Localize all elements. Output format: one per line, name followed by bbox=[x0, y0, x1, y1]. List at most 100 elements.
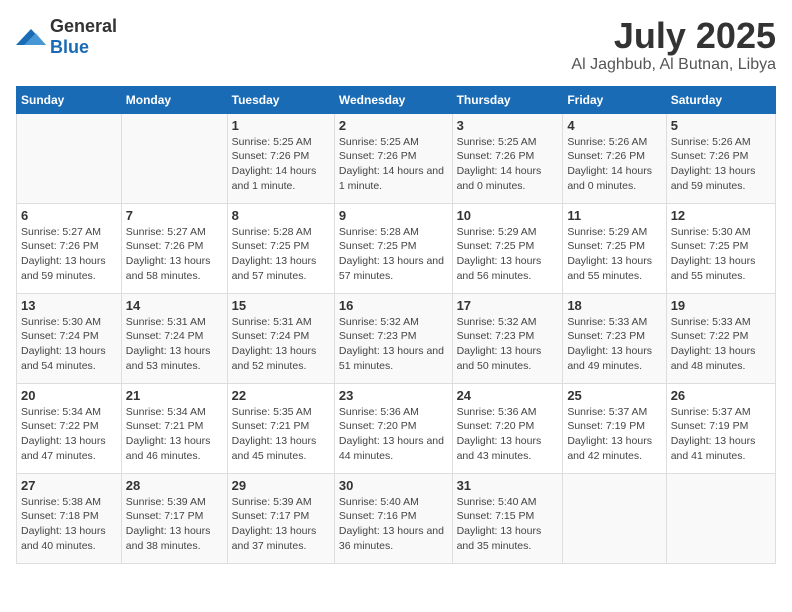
day-number: 25 bbox=[567, 388, 661, 403]
logo: General Blue bbox=[16, 16, 117, 58]
day-info: Sunrise: 5:38 AM Sunset: 7:18 PM Dayligh… bbox=[21, 495, 117, 554]
day-number: 13 bbox=[21, 298, 117, 313]
calendar-cell: 10 Sunrise: 5:29 AM Sunset: 7:25 PM Dayli… bbox=[452, 203, 563, 293]
day-info: Sunrise: 5:29 AM Sunset: 7:25 PM Dayligh… bbox=[457, 225, 559, 284]
calendar-cell: 1Sunrise: 5:25 AM Sunset: 7:26 PM Daylig… bbox=[227, 113, 334, 203]
day-info: Sunrise: 5:39 AM Sunset: 7:17 PM Dayligh… bbox=[232, 495, 330, 554]
weekday-header-saturday: Saturday bbox=[666, 86, 775, 113]
day-number: 7 bbox=[126, 208, 223, 223]
day-number: 29 bbox=[232, 478, 330, 493]
weekday-header-monday: Monday bbox=[121, 86, 227, 113]
day-info: Sunrise: 5:26 AM Sunset: 7:26 PM Dayligh… bbox=[567, 135, 661, 194]
day-info: Sunrise: 5:28 AM Sunset: 7:25 PM Dayligh… bbox=[339, 225, 448, 284]
day-info: Sunrise: 5:27 AM Sunset: 7:26 PM Dayligh… bbox=[21, 225, 117, 284]
day-number: 19 bbox=[671, 298, 771, 313]
calendar-week-2: 6 Sunrise: 5:27 AM Sunset: 7:26 PM Daylig… bbox=[17, 203, 776, 293]
day-number: 24 bbox=[457, 388, 559, 403]
calendar-cell: 24 Sunrise: 5:36 AM Sunset: 7:20 PM Dayli… bbox=[452, 383, 563, 473]
calendar-cell: 26Sunrise: 5:37 AM Sunset: 7:19 PM Dayli… bbox=[666, 383, 775, 473]
weekday-header-thursday: Thursday bbox=[452, 86, 563, 113]
day-info: Sunrise: 5:32 AM Sunset: 7:23 PM Dayligh… bbox=[339, 315, 448, 374]
calendar-cell bbox=[666, 473, 775, 563]
calendar-cell: 22 Sunrise: 5:35 AM Sunset: 7:21 PM Dayli… bbox=[227, 383, 334, 473]
weekday-header-tuesday: Tuesday bbox=[227, 86, 334, 113]
calendar-subtitle: Al Jaghbub, Al Butnan, Libya bbox=[571, 56, 776, 74]
logo-icon bbox=[16, 25, 46, 49]
calendar-table: SundayMondayTuesdayWednesdayThursdayFrid… bbox=[16, 86, 776, 564]
calendar-cell: 31 Sunrise: 5:40 AM Sunset: 7:15 PM Dayli… bbox=[452, 473, 563, 563]
day-info: Sunrise: 5:40 AM Sunset: 7:15 PM Dayligh… bbox=[457, 495, 559, 554]
logo-text: General Blue bbox=[50, 16, 117, 58]
weekday-header-friday: Friday bbox=[563, 86, 666, 113]
calendar-cell: 6 Sunrise: 5:27 AM Sunset: 7:26 PM Daylig… bbox=[17, 203, 122, 293]
day-number: 28 bbox=[126, 478, 223, 493]
calendar-cell: 25 Sunrise: 5:37 AM Sunset: 7:19 PM Dayli… bbox=[563, 383, 666, 473]
weekday-row: SundayMondayTuesdayWednesdayThursdayFrid… bbox=[17, 86, 776, 113]
calendar-week-4: 20 Sunrise: 5:34 AM Sunset: 7:22 PM Dayli… bbox=[17, 383, 776, 473]
day-info: Sunrise: 5:39 AM Sunset: 7:17 PM Dayligh… bbox=[126, 495, 223, 554]
calendar-week-5: 27 Sunrise: 5:38 AM Sunset: 7:18 PM Dayli… bbox=[17, 473, 776, 563]
logo-general: General bbox=[50, 16, 117, 36]
day-number: 14 bbox=[126, 298, 223, 313]
calendar-cell: 20 Sunrise: 5:34 AM Sunset: 7:22 PM Dayli… bbox=[17, 383, 122, 473]
day-number: 11 bbox=[567, 208, 661, 223]
calendar-cell: 21Sunrise: 5:34 AM Sunset: 7:21 PM Dayli… bbox=[121, 383, 227, 473]
calendar-cell: 29 Sunrise: 5:39 AM Sunset: 7:17 PM Dayli… bbox=[227, 473, 334, 563]
day-number: 5 bbox=[671, 118, 771, 133]
calendar-cell: 14 Sunrise: 5:31 AM Sunset: 7:24 PM Dayli… bbox=[121, 293, 227, 383]
day-info: Sunrise: 5:36 AM Sunset: 7:20 PM Dayligh… bbox=[339, 405, 448, 464]
calendar-cell: 15 Sunrise: 5:31 AM Sunset: 7:24 PM Dayli… bbox=[227, 293, 334, 383]
day-number: 21 bbox=[126, 388, 223, 403]
calendar-cell bbox=[121, 113, 227, 203]
day-info: Sunrise: 5:29 AM Sunset: 7:25 PM Dayligh… bbox=[567, 225, 661, 284]
calendar-cell: 3 Sunrise: 5:25 AM Sunset: 7:26 PM Daylig… bbox=[452, 113, 563, 203]
calendar-cell: 9 Sunrise: 5:28 AM Sunset: 7:25 PM Daylig… bbox=[334, 203, 452, 293]
day-info: Sunrise: 5:40 AM Sunset: 7:16 PM Dayligh… bbox=[339, 495, 448, 554]
day-number: 12 bbox=[671, 208, 771, 223]
day-number: 6 bbox=[21, 208, 117, 223]
day-info: Sunrise: 5:35 AM Sunset: 7:21 PM Dayligh… bbox=[232, 405, 330, 464]
day-number: 22 bbox=[232, 388, 330, 403]
day-info: Sunrise: 5:31 AM Sunset: 7:24 PM Dayligh… bbox=[232, 315, 330, 374]
logo-blue: Blue bbox=[50, 37, 89, 57]
calendar-cell: 19 Sunrise: 5:33 AM Sunset: 7:22 PM Dayli… bbox=[666, 293, 775, 383]
calendar-cell: 2 Sunrise: 5:25 AM Sunset: 7:26 PM Daylig… bbox=[334, 113, 452, 203]
day-number: 10 bbox=[457, 208, 559, 223]
day-number: 20 bbox=[21, 388, 117, 403]
day-info: Sunrise: 5:33 AM Sunset: 7:23 PM Dayligh… bbox=[567, 315, 661, 374]
day-info: Sunrise: 5:33 AM Sunset: 7:22 PM Dayligh… bbox=[671, 315, 771, 374]
day-number: 1 bbox=[232, 118, 330, 133]
day-number: 3 bbox=[457, 118, 559, 133]
calendar-cell: 11 Sunrise: 5:29 AM Sunset: 7:25 PM Dayli… bbox=[563, 203, 666, 293]
calendar-cell: 18Sunrise: 5:33 AM Sunset: 7:23 PM Dayli… bbox=[563, 293, 666, 383]
day-number: 31 bbox=[457, 478, 559, 493]
day-info: Sunrise: 5:34 AM Sunset: 7:22 PM Dayligh… bbox=[21, 405, 117, 464]
calendar-cell: 16 Sunrise: 5:32 AM Sunset: 7:23 PM Dayli… bbox=[334, 293, 452, 383]
day-number: 15 bbox=[232, 298, 330, 313]
day-info: Sunrise: 5:28 AM Sunset: 7:25 PM Dayligh… bbox=[232, 225, 330, 284]
day-info: Sunrise: 5:37 AM Sunset: 7:19 PM Dayligh… bbox=[567, 405, 661, 464]
day-info: Sunrise: 5:27 AM Sunset: 7:26 PM Dayligh… bbox=[126, 225, 223, 284]
day-number: 27 bbox=[21, 478, 117, 493]
page-header: General Blue July 2025 Al Jaghbub, Al Bu… bbox=[16, 16, 776, 74]
calendar-cell: 27 Sunrise: 5:38 AM Sunset: 7:18 PM Dayli… bbox=[17, 473, 122, 563]
day-number: 16 bbox=[339, 298, 448, 313]
calendar-body: 1 Sunrise: 5:25 AM Sunset: 7:26 PM Daylig… bbox=[17, 113, 776, 563]
calendar-cell: 8 Sunrise: 5:28 AM Sunset: 7:25 PM Daylig… bbox=[227, 203, 334, 293]
calendar-title: July 2025 bbox=[571, 16, 776, 56]
day-number: 2 bbox=[339, 118, 448, 133]
day-info: Sunrise: 5:31 AM Sunset: 7:24 PM Dayligh… bbox=[126, 315, 223, 374]
calendar-cell: 17Sunrise: 5:32 AM Sunset: 7:23 PM Dayli… bbox=[452, 293, 563, 383]
weekday-header-wednesday: Wednesday bbox=[334, 86, 452, 113]
day-info: Sunrise: 5:37 AM Sunset: 7:19 PM Dayligh… bbox=[671, 405, 771, 464]
calendar-cell: 23Sunrise: 5:36 AM Sunset: 7:20 PM Dayli… bbox=[334, 383, 452, 473]
day-number: 9 bbox=[339, 208, 448, 223]
calendar-week-3: 13Sunrise: 5:30 AM Sunset: 7:24 PM Dayli… bbox=[17, 293, 776, 383]
day-info: Sunrise: 5:36 AM Sunset: 7:20 PM Dayligh… bbox=[457, 405, 559, 464]
calendar-week-1: 1 Sunrise: 5:25 AM Sunset: 7:26 PM Daylig… bbox=[17, 113, 776, 203]
calendar-cell: 28 Sunrise: 5:39 AM Sunset: 7:17 PM Dayli… bbox=[121, 473, 227, 563]
day-info: Sunrise: 5:25 AM Sunset: 7:26 PM Dayligh… bbox=[339, 135, 448, 194]
day-info: Sunrise: 5:25 AM Sunset: 7:26 PM Dayligh… bbox=[457, 135, 559, 194]
day-number: 8 bbox=[232, 208, 330, 223]
day-info: Sunrise: 5:26 AM Sunset: 7:26 PM Dayligh… bbox=[671, 135, 771, 194]
